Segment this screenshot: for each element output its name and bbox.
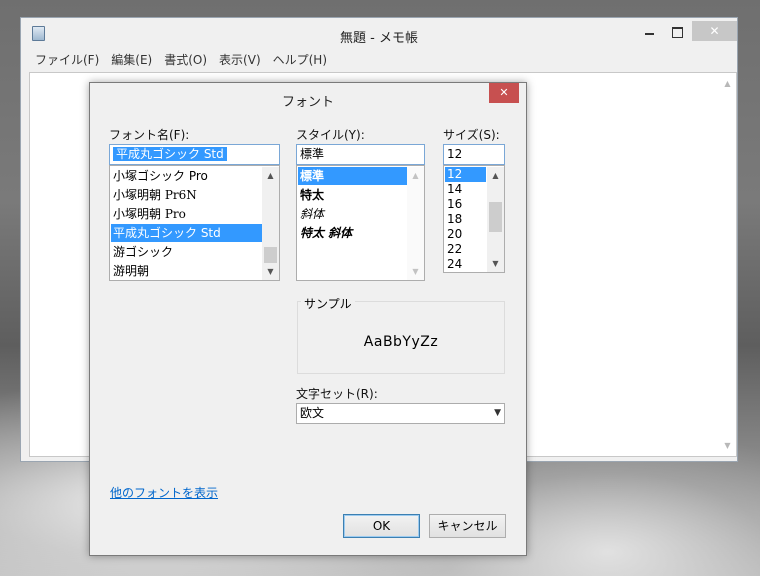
size-list-scroll-thumb[interactable] [489, 202, 502, 232]
charset-label: 文字セット(R): [296, 387, 378, 401]
size-input[interactable]: 12 [443, 144, 505, 165]
font-list-item[interactable]: 小塚明朝 Pr6N [111, 186, 260, 204]
chevron-down-icon: ▼ [494, 408, 501, 418]
maximize-button[interactable] [663, 21, 691, 43]
menu-help[interactable]: ヘルプ(H) [273, 51, 327, 70]
font-list-item[interactable]: 游明朝 [111, 262, 260, 280]
notepad-title: 無題 - メモ帳 [340, 31, 418, 46]
style-list-item-selected[interactable]: 標準 [298, 167, 407, 185]
size-list-scroll-up-icon[interactable]: ▲ [487, 167, 504, 184]
font-list-item-selected[interactable]: 平成丸ゴシック Std [111, 224, 262, 242]
size-label: サイズ(S): [443, 128, 500, 142]
more-fonts-link[interactable]: 他のフォントを表示 [110, 484, 218, 501]
ok-button[interactable]: OK [343, 514, 420, 538]
style-list-scroll-down-icon[interactable]: ▼ [407, 263, 424, 280]
style-list[interactable]: 標準 特太 斜体 特太 斜体 ▲ ▼ [296, 165, 425, 281]
size-list-item[interactable]: 16 [445, 197, 486, 212]
notepad-close-button[interactable]: ✕ [692, 21, 737, 41]
font-name-input[interactable]: 平成丸ゴシック Std [109, 144, 280, 165]
editor-vertical-scrollbar[interactable]: ▲ ▼ [719, 73, 736, 456]
dialog-close-button[interactable]: ✕ [489, 83, 519, 103]
font-dialog: フォント ✕ フォント名(F): 平成丸ゴシック Std 小塚ゴシック Pro … [89, 82, 527, 556]
size-list-scroll-down-icon[interactable]: ▼ [487, 255, 504, 272]
minimize-button[interactable] [637, 21, 663, 43]
font-list-scrollbar[interactable]: ▲ ▼ [262, 167, 279, 280]
style-list-item[interactable]: 特太 斜体 [298, 224, 406, 242]
size-list-item[interactable]: 18 [445, 212, 486, 227]
menu-edit[interactable]: 編集(E) [111, 51, 152, 70]
menu-bar: ファイル(F) 編集(E) 書式(O) 表示(V) ヘルプ(H) [21, 51, 737, 70]
scroll-up-arrow-icon[interactable]: ▲ [719, 75, 736, 92]
style-list-item[interactable]: 斜体 [298, 205, 406, 223]
font-name-label: フォント名(F): [109, 128, 190, 142]
font-list-scroll-thumb[interactable] [264, 247, 277, 263]
size-list[interactable]: 12 14 16 18 20 22 24 ▲ ▼ [443, 165, 505, 273]
menu-view[interactable]: 表示(V) [219, 51, 261, 70]
style-list-scrollbar[interactable]: ▲ ▼ [407, 167, 424, 280]
style-list-item[interactable]: 特太 [298, 186, 406, 204]
style-list-scroll-up-icon[interactable]: ▲ [407, 167, 424, 184]
font-list-scroll-down-icon[interactable]: ▼ [262, 263, 279, 280]
style-label: スタイル(Y): [296, 128, 365, 142]
font-list-item[interactable]: 小塚明朝 Pro [111, 205, 260, 223]
menu-format[interactable]: 書式(O) [164, 51, 207, 70]
cancel-button[interactable]: キャンセル [429, 514, 506, 538]
scroll-down-arrow-icon[interactable]: ▼ [719, 437, 736, 454]
font-list-item[interactable]: 游ゴシック [111, 243, 260, 261]
style-input[interactable]: 標準 [296, 144, 425, 165]
font-name-input-value: 平成丸ゴシック Std [113, 147, 227, 161]
charset-select-value: 欧文 [300, 406, 325, 420]
dialog-title: フォント [281, 95, 334, 110]
size-list-item-selected[interactable]: 12 [445, 167, 486, 182]
size-list-item[interactable]: 14 [445, 182, 486, 197]
sample-label: サンプル [301, 295, 355, 312]
sample-preview-text: AaBbYyZz [363, 334, 439, 350]
charset-select[interactable]: 欧文 ▼ [296, 403, 505, 424]
size-list-scrollbar[interactable]: ▲ ▼ [487, 167, 504, 272]
notepad-titlebar[interactable]: 無題 - メモ帳 ✕ [21, 18, 737, 51]
menu-file[interactable]: ファイル(F) [35, 51, 99, 70]
size-list-item[interactable]: 24 [445, 257, 486, 272]
size-list-item[interactable]: 22 [445, 242, 486, 257]
font-name-list[interactable]: 小塚ゴシック Pro 小塚明朝 Pr6N 小塚明朝 Pro 平成丸ゴシック St… [109, 165, 280, 281]
size-list-item[interactable]: 20 [445, 227, 486, 242]
font-list-scroll-up-icon[interactable]: ▲ [262, 167, 279, 184]
font-list-item[interactable]: 小塚ゴシック Pro [111, 167, 260, 185]
